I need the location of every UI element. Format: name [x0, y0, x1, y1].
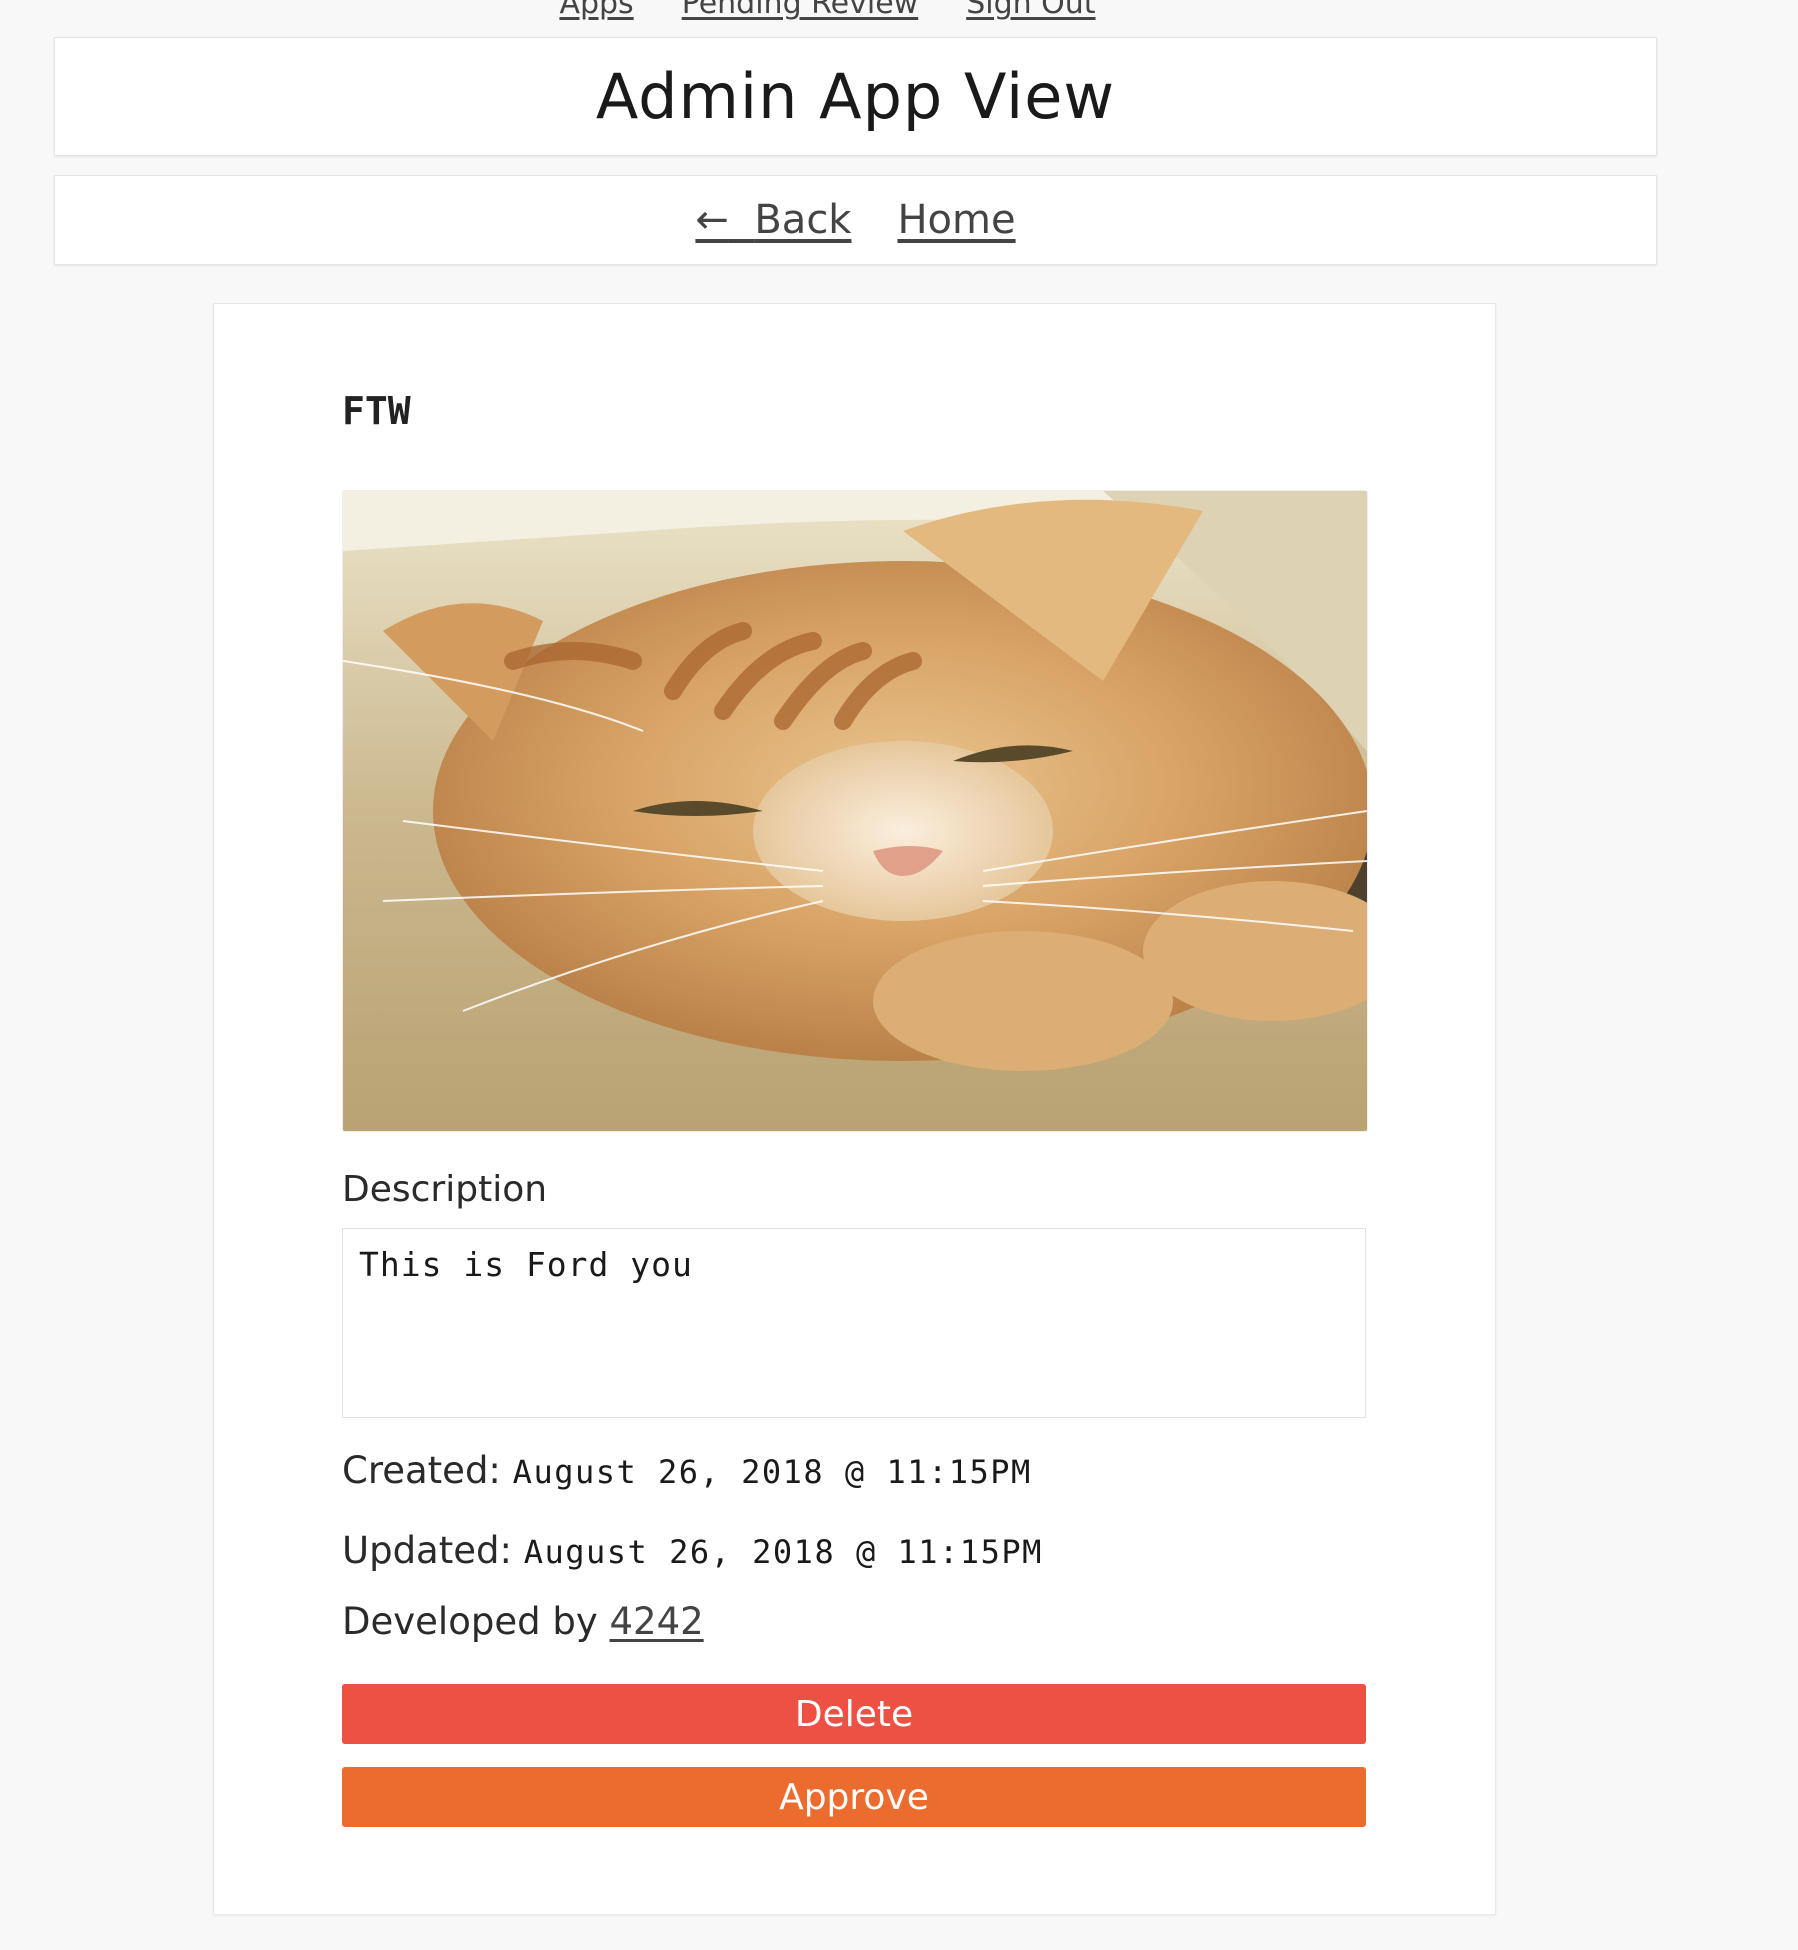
developer-row: Developed by 4242 [342, 1600, 1366, 1643]
approve-button[interactable]: Approve [342, 1767, 1366, 1827]
top-nav-link-sign-out[interactable]: Sign Out [966, 0, 1095, 21]
page-header: Admin App View [54, 37, 1657, 156]
developed-by-label: Developed by [342, 1600, 598, 1643]
sub-nav: ← Back Home [54, 175, 1657, 265]
cat-photo [343, 491, 1367, 1131]
updated-label: Updated: [342, 1529, 512, 1572]
created-value: August 26, 2018 @ 11:15PM [512, 1453, 1032, 1491]
created-row: Created: August 26, 2018 @ 11:15PM [342, 1449, 1366, 1492]
back-link[interactable]: ← Back [695, 197, 851, 243]
app-detail-card: FTW Description This is Ford you Created… [213, 303, 1496, 1915]
home-link[interactable]: Home [897, 197, 1015, 243]
updated-value: August 26, 2018 @ 11:15PM [523, 1533, 1043, 1571]
developer-link[interactable]: 4242 [609, 1600, 703, 1643]
delete-button[interactable]: Delete [342, 1684, 1366, 1744]
description-field[interactable]: This is Ford you [342, 1228, 1366, 1418]
page-title: Admin App View [595, 60, 1116, 133]
left-arrow-icon: ← [695, 197, 729, 243]
app-title: FTW [342, 389, 411, 433]
created-label: Created: [342, 1449, 501, 1492]
updated-row: Updated: August 26, 2018 @ 11:15PM [342, 1529, 1366, 1572]
top-nav-link-pending-review[interactable]: Pending Review [682, 0, 919, 21]
description-label: Description [342, 1169, 548, 1210]
top-nav-link-apps[interactable]: Apps [559, 0, 633, 21]
back-link-label: Back [754, 197, 852, 243]
top-nav: Apps Pending Review Sign Out [0, 0, 1655, 21]
app-image [342, 490, 1368, 1132]
